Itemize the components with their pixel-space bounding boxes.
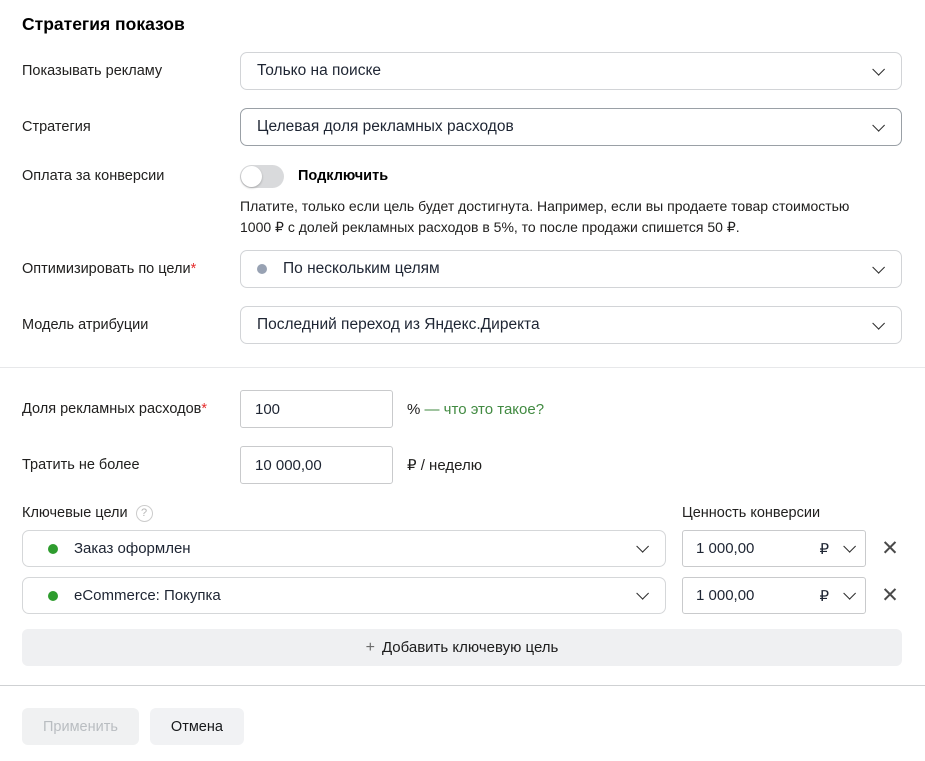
cancel-button[interactable]: Отмена: [150, 708, 244, 745]
key-goals-title: Ключевые цели: [22, 504, 128, 522]
pay-for-conversions-toggle[interactable]: [240, 165, 284, 188]
apply-button[interactable]: Применить: [22, 708, 139, 745]
required-asterisk: *: [191, 261, 197, 277]
row-pay-for-conversions: Оплата за конверсии Подключить Платите, …: [22, 164, 902, 238]
add-key-goal-button[interactable]: + Добавить ключевую цель: [22, 629, 902, 666]
footer-actions: Применить Отмена: [22, 708, 902, 745]
attribution-select[interactable]: Последний переход из Яндекс.Директа: [240, 306, 902, 344]
pay-for-conversions-label: Оплата за конверсии: [22, 164, 240, 188]
goal-status-dot-gray: [257, 264, 267, 274]
chevron-down-icon: [872, 261, 885, 274]
chevron-down-icon: [843, 587, 856, 600]
remove-goal-button[interactable]: ✕: [878, 537, 902, 561]
toggle-knob: [241, 166, 262, 187]
help-icon[interactable]: ?: [136, 505, 153, 522]
goal-select[interactable]: eCommerce: Покупка: [22, 577, 666, 614]
goal-select-value: Заказ оформлен: [74, 540, 636, 557]
strategy-select[interactable]: Целевая доля рекламных расходов: [240, 108, 902, 146]
currency-sign: ₽: [819, 587, 829, 605]
chevron-down-icon: [872, 63, 885, 76]
cost-share-label-text: Доля рекламных расходов: [22, 401, 201, 417]
cost-share-unit: % — что это такое?: [407, 401, 544, 418]
goal-status-dot-green: [48, 544, 58, 554]
row-cost-share: Доля рекламных расходов* % — что это так…: [22, 390, 902, 428]
weekly-limit-label: Тратить не более: [22, 456, 240, 475]
toggle-label: Подключить: [298, 168, 388, 184]
key-goal-row: eCommerce: Покупка 1 000,00 ₽ ✕: [22, 577, 902, 614]
weekly-limit-unit: ₽ / неделю: [407, 456, 482, 474]
currency-sign: ₽: [819, 540, 829, 558]
chevron-down-icon: [636, 540, 649, 553]
required-asterisk: *: [201, 401, 207, 417]
footer-divider: [0, 685, 925, 686]
strategy-select-value: Целевая доля рекламных расходов: [257, 118, 872, 136]
conversion-value-select[interactable]: 1 000,00 ₽: [682, 530, 866, 567]
conversion-value: 1 000,00: [696, 540, 819, 557]
optimize-goal-label-text: Оптимизировать по цели: [22, 261, 191, 277]
chevron-down-icon: [636, 587, 649, 600]
row-attribution: Модель атрибуции Последний переход из Ян…: [22, 306, 902, 344]
goal-select-value: eCommerce: Покупка: [74, 587, 636, 604]
optimize-goal-select[interactable]: По нескольким целям: [240, 250, 902, 288]
weekly-limit-input[interactable]: [240, 446, 393, 484]
key-goal-row: Заказ оформлен 1 000,00 ₽ ✕: [22, 530, 902, 567]
row-weekly-limit: Тратить не более ₽ / неделю: [22, 446, 902, 484]
optimize-goal-label: Оптимизировать по цели*: [22, 260, 240, 279]
goal-status-dot-green: [48, 591, 58, 601]
goal-select[interactable]: Заказ оформлен: [22, 530, 666, 567]
conversion-value: 1 000,00: [696, 587, 819, 604]
row-optimize-goal: Оптимизировать по цели* По нескольким це…: [22, 250, 902, 288]
row-placement: Показывать рекламу Только на поиске: [22, 52, 902, 90]
conversion-value-title: Ценность конверсии: [682, 504, 902, 522]
conversion-value-select[interactable]: 1 000,00 ₽: [682, 577, 866, 614]
cost-share-input[interactable]: [240, 390, 393, 428]
plus-icon: +: [366, 639, 375, 657]
strategy-settings-panel: Стратегия показов Показывать рекламу Тол…: [0, 13, 925, 745]
add-key-goal-label: Добавить ключевую цель: [382, 639, 558, 656]
attribution-label: Модель атрибуции: [22, 316, 240, 335]
pay-for-conversions-description: Платите, только если цель будет достигну…: [240, 196, 862, 238]
chevron-down-icon: [843, 540, 856, 553]
section-divider: [0, 367, 925, 368]
chevron-down-icon: [872, 119, 885, 132]
percent-sign: %: [407, 401, 420, 418]
what-is-it-link[interactable]: — что это такое?: [425, 401, 545, 418]
row-strategy: Стратегия Целевая доля рекламных расходо…: [22, 108, 902, 146]
cost-share-label: Доля рекламных расходов*: [22, 400, 240, 419]
optimize-goal-select-value: По нескольким целям: [283, 260, 872, 278]
placement-select[interactable]: Только на поиске: [240, 52, 902, 90]
attribution-select-value: Последний переход из Яндекс.Директа: [257, 316, 872, 334]
strategy-label: Стратегия: [22, 118, 240, 137]
page-title: Стратегия показов: [22, 13, 902, 35]
chevron-down-icon: [872, 317, 885, 330]
remove-goal-button[interactable]: ✕: [878, 584, 902, 608]
placement-select-value: Только на поиске: [257, 62, 872, 80]
key-goals-header: Ключевые цели ? Ценность конверсии: [22, 504, 902, 522]
placement-label: Показывать рекламу: [22, 62, 240, 81]
